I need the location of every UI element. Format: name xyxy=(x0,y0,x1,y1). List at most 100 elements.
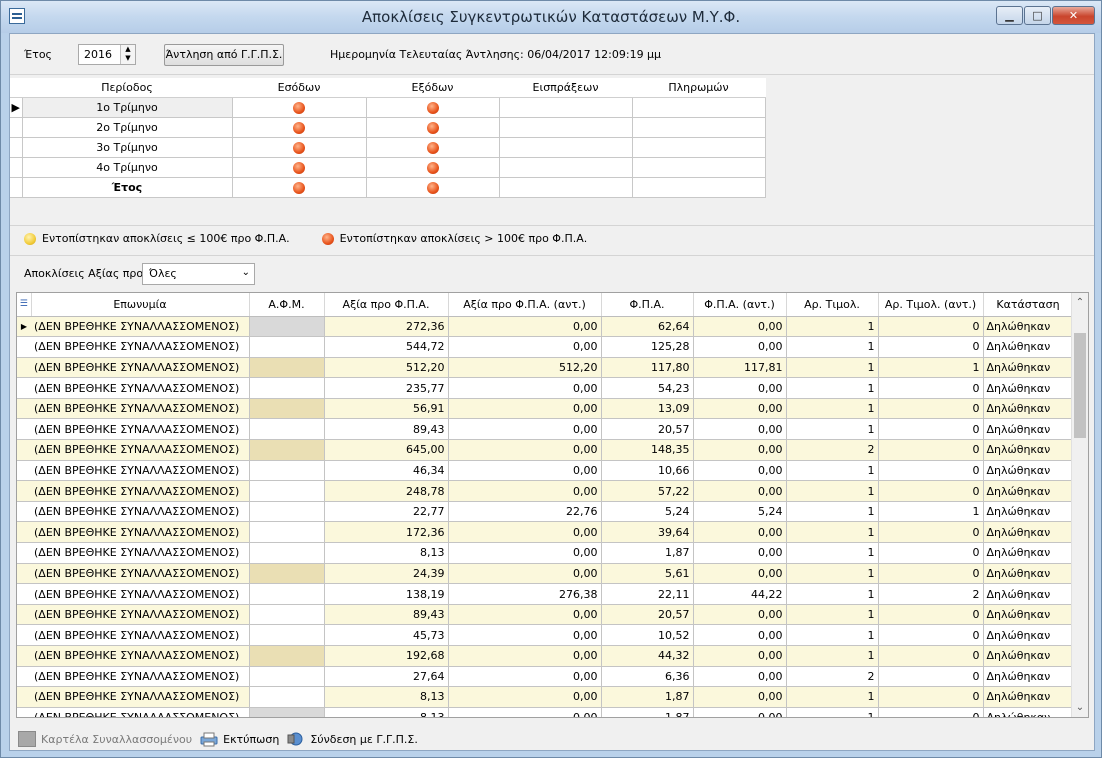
legend-yellow-text: Εντοπίστηκαν αποκλίσεις ≤ 100€ προ Φ.Π.Α… xyxy=(42,232,290,245)
col-name[interactable]: Επωνυμία xyxy=(31,293,250,317)
table-row[interactable]: (ΔΕΝ ΒΡΕΘΗΚΕ ΣΥΝΑΛΛΑΣΣΟΜΕΝΟΣ) 8,13 0,00 1,8… xyxy=(17,686,1074,708)
cell-invoices: 2 xyxy=(786,666,879,688)
cell-vat-counter: 0,00 xyxy=(693,316,787,338)
connect-button[interactable]: Σύνδεση με Γ.Γ.Π.Σ. xyxy=(287,731,418,747)
cell-net-value: 235,77 xyxy=(324,377,449,399)
col-vat-counter[interactable]: Φ.Π.Α. (αντ.) xyxy=(693,293,787,317)
orange-dot-icon xyxy=(426,101,439,114)
cell-net-value-counter: 276,38 xyxy=(448,583,602,605)
cell-invoices-counter: 1 xyxy=(878,501,984,523)
minimize-button[interactable]: ▁ xyxy=(996,6,1023,25)
table-row[interactable]: (ΔΕΝ ΒΡΕΘΗΚΕ ΣΥΝΑΛΛΑΣΣΟΜΕΝΟΣ) 645,00 0,00 1… xyxy=(17,439,1074,461)
table-row[interactable]: (ΔΕΝ ΒΡΕΘΗΚΕ ΣΥΝΑΛΛΑΣΣΟΜΕΝΟΣ) 138,19 276,3… xyxy=(17,583,1074,605)
receipts-status xyxy=(499,97,633,118)
period-row[interactable]: 3ο Τρίμηνο xyxy=(10,137,766,158)
table-row[interactable]: (ΔΕΝ ΒΡΕΘΗΚΕ ΣΥΝΑΛΛΑΣΣΟΜΕΝΟΣ) 235,77 0,00 5… xyxy=(17,377,1074,399)
payments-status xyxy=(632,97,766,118)
col-period[interactable]: Περίοδος xyxy=(22,78,232,98)
scroll-thumb[interactable] xyxy=(1074,333,1086,438)
table-row[interactable]: (ΔΕΝ ΒΡΕΘΗΚΕ ΣΥΝΑΛΛΑΣΣΟΜΕΝΟΣ) 8,13 0,00 1,8… xyxy=(17,542,1074,564)
cell-afm xyxy=(249,563,325,585)
col-invoices-counter[interactable]: Αρ. Τιμολ. (αντ.) xyxy=(878,293,984,317)
spin-up-icon[interactable]: ▲ xyxy=(121,45,135,54)
vertical-scrollbar[interactable]: ⌃ ⌄ xyxy=(1071,293,1088,717)
year-spinner[interactable]: 2016 ▲ ▼ xyxy=(78,44,136,65)
col-afm[interactable]: Α.Φ.Μ. xyxy=(249,293,325,317)
scroll-down-icon[interactable]: ⌄ xyxy=(1072,702,1088,713)
cell-invoices-counter: 0 xyxy=(878,460,984,482)
income-status xyxy=(232,117,367,138)
filter-dropdown[interactable]: Όλες ⌄ xyxy=(142,263,255,285)
col-invoices[interactable]: Αρ. Τιμολ. xyxy=(786,293,879,317)
cell-status: Δηλώθηκαν xyxy=(983,377,1074,399)
col-status[interactable]: Κατάσταση xyxy=(983,293,1074,317)
period-row[interactable]: Έτος xyxy=(10,177,766,198)
cell-name: (ΔΕΝ ΒΡΕΘΗΚΕ ΣΥΝΑΛΛΑΣΣΟΜΕΝΟΣ) xyxy=(31,666,250,688)
col-income[interactable]: Εσόδων xyxy=(232,78,366,98)
fetch-button[interactable]: Άντληση από Γ.Γ.Π.Σ. xyxy=(164,44,284,66)
table-row[interactable]: ▶ (ΔΕΝ ΒΡΕΘΗΚΕ ΣΥΝΑΛΛΑΣΣΟΜΕΝΟΣ) 272,36 0,00… xyxy=(17,316,1074,338)
spin-down-icon[interactable]: ▼ xyxy=(121,54,135,63)
period-row[interactable]: 4ο Τρίμηνο xyxy=(10,157,766,178)
table-row[interactable]: (ΔΕΝ ΒΡΕΘΗΚΕ ΣΥΝΑΛΛΑΣΣΟΜΕΝΟΣ) 8,13 0,00 1,8… xyxy=(17,707,1074,717)
col-vat[interactable]: Φ.Π.Α. xyxy=(601,293,694,317)
cell-afm xyxy=(249,439,325,461)
window-title: Αποκλίσεις Συγκεντρωτικών Καταστάσεων Μ.… xyxy=(361,8,741,26)
row-indicator xyxy=(17,563,31,585)
cell-net-value: 138,19 xyxy=(324,583,449,605)
cell-afm xyxy=(249,316,325,338)
cell-status: Δηλώθηκαν xyxy=(983,563,1074,585)
cell-vat: 6,36 xyxy=(601,666,694,688)
column-chooser-icon[interactable]: ☰ xyxy=(17,293,32,317)
maximize-button[interactable]: □ xyxy=(1024,6,1051,25)
table-row[interactable]: (ΔΕΝ ΒΡΕΘΗΚΕ ΣΥΝΑΛΛΑΣΣΟΜΕΝΟΣ) 56,91 0,00 13… xyxy=(17,398,1074,420)
col-receipts[interactable]: Εισπράξεων xyxy=(499,78,632,98)
cell-vat-counter: 5,24 xyxy=(693,501,787,523)
table-row[interactable]: (ΔΕΝ ΒΡΕΘΗΚΕ ΣΥΝΑΛΛΑΣΣΟΜΕΝΟΣ) 89,43 0,00 20… xyxy=(17,418,1074,441)
chevron-down-icon[interactable]: ⌄ xyxy=(242,267,250,278)
cell-invoices-counter: 0 xyxy=(878,521,984,544)
table-row[interactable]: (ΔΕΝ ΒΡΕΘΗΚΕ ΣΥΝΑΛΛΑΣΣΟΜΕΝΟΣ) 248,78 0,00 5… xyxy=(17,480,1074,502)
table-row[interactable]: (ΔΕΝ ΒΡΕΘΗΚΕ ΣΥΝΑΛΛΑΣΣΟΜΕΝΟΣ) 192,68 0,00 4… xyxy=(17,645,1074,667)
cell-afm xyxy=(249,624,325,646)
table-row[interactable]: (ΔΕΝ ΒΡΕΘΗΚΕ ΣΥΝΑΛΛΑΣΣΟΜΕΝΟΣ) 544,72 0,00 1… xyxy=(17,336,1074,358)
cell-invoices: 1 xyxy=(786,460,879,482)
print-label: Εκτύπωση xyxy=(223,732,280,746)
cell-invoices: 1 xyxy=(786,707,879,717)
cell-invoices-counter: 0 xyxy=(878,624,984,646)
cell-invoices-counter: 0 xyxy=(878,686,984,708)
table-row[interactable]: (ΔΕΝ ΒΡΕΘΗΚΕ ΣΥΝΑΛΛΑΣΣΟΜΕΝΟΣ) 172,36 0,00 3… xyxy=(17,521,1074,544)
cell-net-value-counter: 0,00 xyxy=(448,398,602,420)
table-row[interactable]: (ΔΕΝ ΒΡΕΘΗΚΕ ΣΥΝΑΛΛΑΣΣΟΜΕΝΟΣ) 45,73 0,00 10… xyxy=(17,624,1074,646)
title-bar[interactable]: Αποκλίσεις Συγκεντρωτικών Καταστάσεων Μ.… xyxy=(1,1,1101,33)
col-payments[interactable]: Πληρωμών xyxy=(632,78,765,98)
close-button[interactable]: ✕ xyxy=(1052,6,1095,25)
cell-invoices-counter: 0 xyxy=(878,604,984,626)
connect-label: Σύνδεση με Γ.Γ.Π.Σ. xyxy=(310,732,418,746)
income-status xyxy=(232,177,367,198)
print-button[interactable]: Εκτύπωση xyxy=(200,731,279,747)
cell-invoices: 1 xyxy=(786,418,879,441)
cell-vat-counter: 44,22 xyxy=(693,583,787,605)
table-row[interactable]: (ΔΕΝ ΒΡΕΘΗΚΕ ΣΥΝΑΛΛΑΣΣΟΜΕΝΟΣ) 27,64 0,00 6,… xyxy=(17,666,1074,688)
table-row[interactable]: (ΔΕΝ ΒΡΕΘΗΚΕ ΣΥΝΑΛΛΑΣΣΟΜΕΝΟΣ) 22,77 22,76 5… xyxy=(17,501,1074,523)
cell-afm xyxy=(249,521,325,544)
period-row[interactable]: 2ο Τρίμηνο xyxy=(10,117,766,138)
spinner-buttons[interactable]: ▲ ▼ xyxy=(120,45,135,64)
period-row[interactable]: ▶ 1ο Τρίμηνο xyxy=(10,97,766,118)
col-net-value[interactable]: Αξία προ Φ.Π.Α. xyxy=(324,293,449,317)
table-row[interactable]: (ΔΕΝ ΒΡΕΘΗΚΕ ΣΥΝΑΛΛΑΣΣΟΜΕΝΟΣ) 89,43 0,00 20… xyxy=(17,604,1074,626)
cell-status: Δηλώθηκαν xyxy=(983,666,1074,688)
cell-net-value: 46,34 xyxy=(324,460,449,482)
table-row[interactable]: (ΔΕΝ ΒΡΕΘΗΚΕ ΣΥΝΑΛΛΑΣΣΟΜΕΝΟΣ) 512,20 512,2… xyxy=(17,357,1074,379)
scroll-up-icon[interactable]: ⌃ xyxy=(1072,297,1088,308)
col-net-value-counter[interactable]: Αξία προ Φ.Π.Α. (αντ.) xyxy=(448,293,602,317)
footer-toolbar: Καρτέλα Συναλλασσομένου Εκτύπωση Σύνδεση… xyxy=(18,728,426,750)
cell-afm xyxy=(249,542,325,564)
table-row[interactable]: (ΔΕΝ ΒΡΕΘΗΚΕ ΣΥΝΑΛΛΑΣΣΟΜΕΝΟΣ) 24,39 0,00 5,… xyxy=(17,563,1074,585)
cell-name: (ΔΕΝ ΒΡΕΘΗΚΕ ΣΥΝΑΛΛΑΣΣΟΜΕΝΟΣ) xyxy=(31,439,250,461)
trader-card-button[interactable]: Καρτέλα Συναλλασσομένου xyxy=(18,731,192,747)
table-row[interactable]: (ΔΕΝ ΒΡΕΘΗΚΕ ΣΥΝΑΛΛΑΣΣΟΜΕΝΟΣ) 46,34 0,00 10… xyxy=(17,460,1074,482)
col-expense[interactable]: Εξόδων xyxy=(366,78,499,98)
cell-vat-counter: 0,00 xyxy=(693,666,787,688)
